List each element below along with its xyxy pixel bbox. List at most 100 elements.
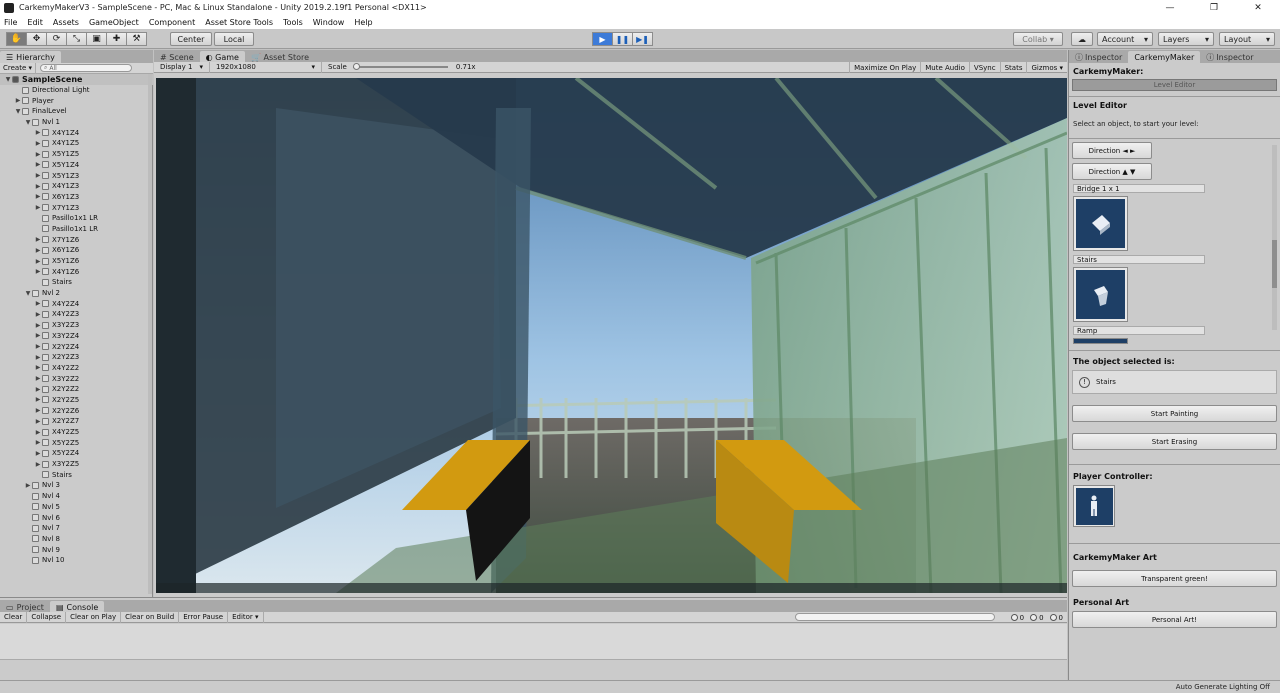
menu-help[interactable]: Help	[354, 18, 372, 27]
foldout-arrow-icon[interactable]: ▶	[34, 332, 42, 339]
foldout-arrow-icon[interactable]: ▶	[34, 129, 42, 136]
foldout-arrow-icon[interactable]: ▶	[34, 439, 42, 446]
foldout-arrow-icon[interactable]: ▶	[34, 258, 42, 265]
hierarchy-item[interactable]: ▶ X5Y1Z3	[0, 170, 153, 181]
hierarchy-item[interactable]: ▶ X2Y2Z4	[0, 341, 153, 352]
rect-tool-icon[interactable]: ▣	[86, 32, 107, 46]
hierarchy-item[interactable]: ▶ X3Y2Z5	[0, 459, 153, 470]
layers-dropdown[interactable]: Layers ▾	[1158, 32, 1214, 46]
editor-dropdown[interactable]: Editor ▾	[228, 611, 264, 623]
collab-button[interactable]: Collab ▾	[1013, 32, 1063, 46]
hierarchy-item[interactable]: ▼ Nvl 2	[0, 288, 153, 299]
scale-slider-knob[interactable]	[352, 63, 360, 70]
transparent-green-button[interactable]: Transparent green!	[1072, 570, 1277, 587]
hierarchy-item[interactable]: ▶ X2Y2Z7	[0, 416, 153, 427]
hierarchy-item[interactable]: ▶ X4Y2Z4	[0, 298, 153, 309]
hierarchy-item[interactable]: ▶ X4Y1Z5	[0, 138, 153, 149]
clear-on-play-button[interactable]: Clear on Play	[66, 611, 122, 623]
error-pause-button[interactable]: Error Pause	[179, 611, 229, 623]
tab-hierarchy[interactable]: ☰ Hierarchy	[0, 51, 61, 63]
hierarchy-item[interactable]: Directional Light	[0, 85, 153, 96]
hierarchy-item[interactable]: ▶ X4Y1Z3	[0, 181, 153, 192]
hierarchy-item[interactable]: ▶ X6Y1Z3	[0, 192, 153, 203]
foldout-arrow-icon[interactable]: ▼	[24, 290, 32, 297]
hierarchy-item[interactable]: ▶ X2Y2Z3	[0, 352, 153, 363]
stats-toggle[interactable]: Stats	[999, 62, 1027, 73]
pivot-local-button[interactable]: Local	[214, 32, 254, 46]
palette-scrollbar-thumb[interactable]	[1272, 240, 1277, 288]
foldout-arrow-icon[interactable]: ▶	[34, 193, 42, 200]
foldout-arrow-icon[interactable]: ▶	[34, 343, 42, 350]
scale-slider[interactable]	[352, 63, 448, 70]
hierarchy-item[interactable]: ▼ FinalLevel	[0, 106, 153, 117]
play-icon[interactable]: ▶	[592, 32, 613, 46]
hierarchy-item[interactable]: ▶ Player	[0, 95, 153, 106]
level-editor-button[interactable]: Level Editor	[1072, 79, 1277, 91]
hierarchy-item[interactable]: Pasillo1x1 LR	[0, 213, 153, 224]
game-viewport[interactable]	[156, 78, 1067, 593]
hierarchy-item[interactable]: ▶ X4Y2Z5	[0, 427, 153, 438]
hierarchy-scene-row[interactable]: ▼ SampleScene	[0, 74, 153, 85]
foldout-arrow-icon[interactable]: ▶	[34, 407, 42, 414]
minimize-button[interactable]: —	[1148, 0, 1192, 15]
menu-tools[interactable]: Tools	[283, 18, 303, 27]
foldout-arrow-icon[interactable]: ▶	[34, 151, 42, 158]
log-count[interactable]: 0	[1010, 614, 1024, 622]
hierarchy-item[interactable]: Stairs	[0, 277, 153, 288]
pivot-center-button[interactable]: Center	[170, 32, 212, 46]
hierarchy-item[interactable]: ▶ X7Y1Z3	[0, 202, 153, 213]
tab-carkemymaker[interactable]: CarkemyMaker	[1128, 51, 1201, 63]
maximize-on-play-toggle[interactable]: Maximize On Play	[849, 62, 920, 73]
player-controller-button[interactable]	[1073, 485, 1115, 527]
start-erasing-button[interactable]: Start Erasing	[1072, 433, 1277, 450]
foldout-arrow-icon[interactable]: ▶	[34, 396, 42, 403]
foldout-arrow-icon[interactable]: ▼	[14, 108, 22, 115]
palette-tile-bridge[interactable]	[1073, 196, 1128, 251]
hierarchy-item[interactable]: ▶ X5Y1Z5	[0, 149, 153, 160]
menu-file[interactable]: File	[4, 18, 17, 27]
direction-horizontal-button[interactable]: Direction ◄ ►	[1072, 142, 1152, 159]
hierarchy-item[interactable]: ▶ X4Y1Z4	[0, 127, 153, 138]
foldout-arrow-icon[interactable]: ▶	[34, 300, 42, 307]
hand-tool-icon[interactable]: ✋	[6, 32, 27, 46]
pause-icon[interactable]: ❚❚	[612, 32, 633, 46]
hierarchy-item[interactable]: ▶ X3Y2Z4	[0, 331, 153, 342]
foldout-arrow-icon[interactable]: ▶	[34, 364, 42, 371]
hierarchy-item[interactable]: ▶ X2Y2Z6	[0, 405, 153, 416]
start-painting-button[interactable]: Start Painting	[1072, 405, 1277, 422]
hierarchy-item[interactable]: ▶ X5Y1Z6	[0, 256, 153, 267]
warning-count[interactable]: 0	[1030, 614, 1044, 622]
foldout-arrow-icon[interactable]: ▶	[34, 183, 42, 190]
palette-tile-ramp[interactable]	[1073, 338, 1128, 344]
resolution-dropdown[interactable]: 1920x1080 ▾	[210, 61, 322, 73]
foldout-arrow-icon[interactable]: ▶	[34, 204, 42, 211]
account-dropdown[interactable]: Account ▾	[1097, 32, 1153, 46]
display-dropdown[interactable]: Display 1 ▾	[154, 61, 210, 73]
maximize-button[interactable]: ❐	[1192, 0, 1236, 15]
foldout-arrow-icon[interactable]: ▶	[34, 161, 42, 168]
foldout-arrow-icon[interactable]: ▼	[4, 76, 12, 83]
clear-on-build-button[interactable]: Clear on Build	[121, 611, 180, 623]
tab-inspector-2[interactable]: ⓘ Inspector	[1200, 51, 1259, 63]
hierarchy-item[interactable]: ▶ X3Y2Z3	[0, 320, 153, 331]
foldout-arrow-icon[interactable]: ▶	[34, 311, 42, 318]
personal-art-button[interactable]: Personal Art!	[1072, 611, 1277, 628]
foldout-arrow-icon[interactable]: ▶	[34, 322, 42, 329]
error-count[interactable]: 0	[1049, 614, 1063, 622]
menu-component[interactable]: Component	[149, 18, 195, 27]
rotate-tool-icon[interactable]: ⟳	[46, 32, 67, 46]
hierarchy-item[interactable]: ▶ X4Y2Z3	[0, 309, 153, 320]
foldout-arrow-icon[interactable]: ▼	[24, 119, 32, 126]
move-tool-icon[interactable]: ✥	[26, 32, 47, 46]
hierarchy-item[interactable]: Nvl 7	[0, 523, 153, 534]
hierarchy-search-input[interactable]: ⌕ All	[40, 64, 132, 72]
direction-vertical-button[interactable]: Direction ▲ ▼	[1072, 163, 1152, 180]
console-search-input[interactable]	[795, 613, 995, 621]
menu-gameobject[interactable]: GameObject	[89, 18, 139, 27]
transform-tool-icon[interactable]: ✚	[106, 32, 127, 46]
foldout-arrow-icon[interactable]: ▶	[34, 375, 42, 382]
foldout-arrow-icon[interactable]: ▶	[34, 140, 42, 147]
hierarchy-item[interactable]: ▶ X4Y2Z2	[0, 363, 153, 374]
clear-button[interactable]: Clear	[0, 611, 28, 623]
console-log-area[interactable]	[0, 624, 1067, 660]
